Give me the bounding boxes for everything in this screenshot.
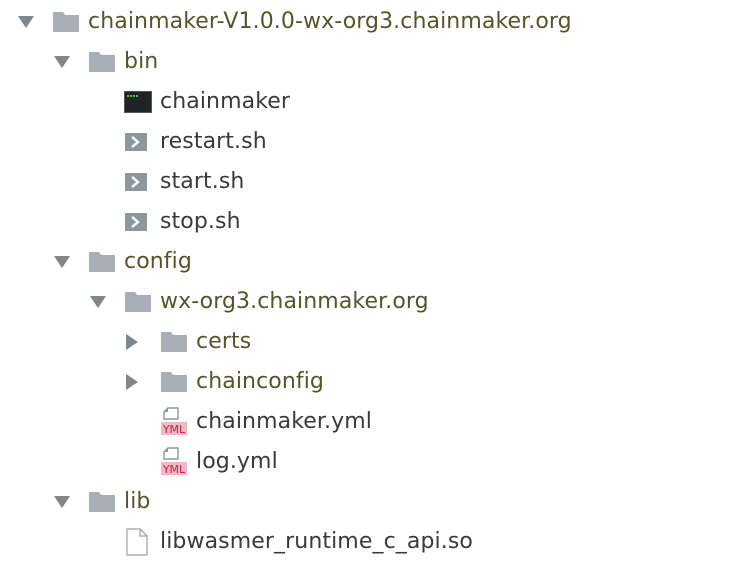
tree-row-stop-sh[interactable]: stop.sh [0,202,752,242]
tree-row-bin[interactable]: bin [0,42,752,82]
tree-label-org-folder: wx-org3.chainmaker.org [160,289,429,314]
folder-icon [88,249,116,273]
tree-row-root[interactable]: chainmaker-V1.0.0-wx-org3.chainmaker.org [0,2,752,42]
tree-label-certs: certs [196,329,252,354]
tree-row-chainmaker-binary[interactable]: chainmaker [0,82,752,122]
chevron-right-icon[interactable] [122,372,142,392]
tree-label-chainconfig: chainconfig [196,369,324,394]
folder-icon [88,489,116,513]
tree-label-stop-sh: stop.sh [160,209,241,234]
tree-label-start-sh: start.sh [160,169,245,194]
folder-icon [160,329,188,353]
project-file-tree: chainmaker-V1.0.0-wx-org3.chainmaker.org… [0,0,752,568]
tree-label-lib: lib [124,489,151,514]
chevron-down-icon[interactable] [52,52,72,72]
folder-icon [88,49,116,73]
tree-row-chainmaker-yml[interactable]: YML chainmaker.yml [0,402,752,442]
tree-label-libwasmer: libwasmer_runtime_c_api.so [160,529,473,554]
tree-label-config: config [124,249,192,274]
tree-row-start-sh[interactable]: start.sh [0,162,752,202]
tree-label-restart-sh: restart.sh [160,129,267,154]
tree-label-root: chainmaker-V1.0.0-wx-org3.chainmaker.org [88,9,572,34]
folder-icon [52,9,80,33]
chevron-down-icon[interactable] [88,292,108,312]
tree-label-chainmaker: chainmaker [160,89,291,114]
chevron-down-icon[interactable] [16,12,36,32]
generic-file-icon [126,528,148,556]
shell-script-icon [125,173,147,191]
tree-label-bin: bin [124,49,159,74]
tree-row-org-folder[interactable]: wx-org3.chainmaker.org [0,282,752,322]
yml-badge: YML [162,463,186,476]
tree-row-log-yml[interactable]: YML log.yml [0,442,752,482]
tree-label-log-yml: log.yml [196,449,278,474]
chevron-down-icon[interactable] [52,252,72,272]
shell-script-icon [125,133,147,151]
folder-icon [124,289,152,313]
yml-badge: YML [162,423,186,436]
tree-row-restart-sh[interactable]: restart.sh [0,122,752,162]
shell-script-icon [125,213,147,231]
tree-row-certs[interactable]: certs [0,322,752,362]
tree-row-config[interactable]: config [0,242,752,282]
chevron-right-icon[interactable] [122,332,142,352]
yml-file-icon: YML [159,447,189,477]
folder-icon [160,369,188,393]
terminal-binary-icon [124,91,152,113]
tree-label-chainmaker-yml: chainmaker.yml [196,409,372,434]
tree-row-chainconfig[interactable]: chainconfig [0,362,752,402]
chevron-down-icon[interactable] [52,492,72,512]
tree-row-lib[interactable]: lib [0,482,752,522]
tree-row-libwasmer[interactable]: libwasmer_runtime_c_api.so [0,522,752,562]
yml-file-icon: YML [159,407,189,437]
